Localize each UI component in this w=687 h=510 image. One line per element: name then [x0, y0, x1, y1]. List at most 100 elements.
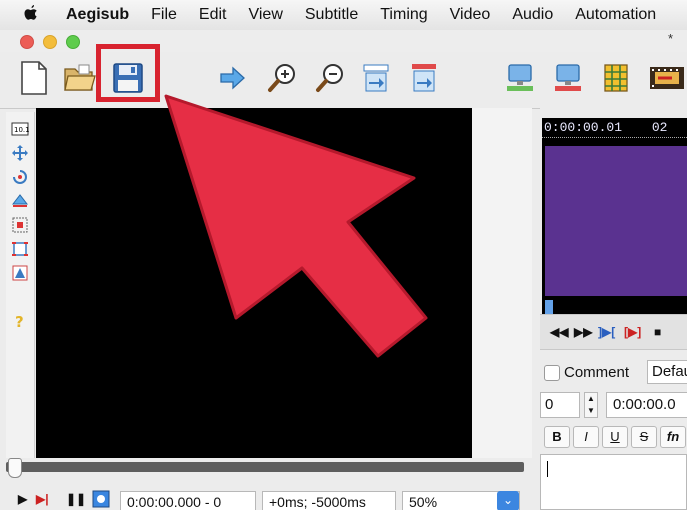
close-window-button[interactable]	[20, 35, 34, 49]
style-select[interactable]: Default	[647, 360, 687, 384]
stop-icon[interactable]: ■	[654, 325, 661, 339]
audio-panel: 0:00:00.01 02	[540, 108, 687, 314]
rotate-z-tool-button[interactable]	[11, 168, 29, 186]
minimize-window-button[interactable]	[43, 35, 57, 49]
help-icon: ?	[15, 313, 24, 330]
svg-text:10.1: 10.1	[14, 126, 29, 134]
subtitle-text-area[interactable]	[540, 454, 687, 510]
snap-start-icon	[363, 64, 389, 92]
standard-tool-icon: 10.1	[11, 122, 29, 136]
audio-controls: ◀◀ ▶▶ ]▶[ [▶] ■	[540, 314, 687, 350]
apple-icon[interactable]	[24, 4, 50, 26]
audio-time-label-2: 02	[651, 120, 668, 135]
autoscroll-icon[interactable]	[92, 490, 110, 510]
menu-file[interactable]: File	[151, 6, 177, 24]
open-folder-icon	[64, 64, 96, 91]
audio-selection-marker	[545, 300, 553, 314]
audio-spectrum[interactable]	[545, 146, 687, 296]
film-strip-button[interactable]	[646, 58, 686, 98]
zoom-window-button[interactable]	[66, 35, 80, 49]
bold-button[interactable]: B	[544, 426, 570, 448]
zoom-in-button[interactable]	[262, 58, 302, 98]
menu-view[interactable]: View	[248, 6, 282, 24]
vector-clip-icon	[12, 265, 28, 281]
menu-timing[interactable]: Timing	[380, 6, 427, 24]
audio-timeline: 0:00:00.01 02	[544, 120, 667, 135]
play-icon[interactable]: ▶	[18, 492, 27, 506]
jump-to-icon	[220, 66, 245, 90]
layer-field[interactable]: 0	[540, 392, 580, 418]
strikeout-button[interactable]: S	[631, 426, 657, 448]
menu-bar: Aegisub File Edit View Subtitle Timing V…	[0, 0, 687, 31]
italic-button[interactable]: I	[573, 426, 599, 448]
subtitle-edit-panel: Comment Default 0 ▲▼ 0:00:00.0 B I U S f…	[540, 352, 687, 510]
scale-tool-button[interactable]	[11, 216, 29, 234]
grid-button[interactable]	[596, 58, 636, 98]
video-monitor-button[interactable]	[500, 58, 540, 98]
clip-tool-button[interactable]	[11, 240, 29, 258]
vector-clip-tool-button[interactable]	[11, 264, 29, 282]
menu-edit[interactable]: Edit	[199, 6, 227, 24]
drag-tool-button[interactable]	[11, 144, 29, 162]
video-monitor-red-icon	[555, 64, 581, 91]
video-seek-bar[interactable]	[6, 458, 532, 486]
chevron-down-icon[interactable]: ⌄	[497, 491, 519, 510]
seek-track[interactable]	[6, 462, 524, 472]
clip-icon	[12, 242, 28, 256]
menu-subtitle[interactable]: Subtitle	[305, 6, 358, 24]
menu-automation[interactable]: Automation	[575, 6, 656, 24]
comment-checkbox[interactable]	[544, 365, 560, 381]
open-file-button[interactable]	[60, 58, 100, 98]
snap-start-button[interactable]	[356, 58, 396, 98]
video-display[interactable]	[36, 108, 472, 458]
grid-icon	[604, 64, 628, 92]
app-name-menu[interactable]: Aegisub	[66, 6, 129, 24]
help-button[interactable]: ?	[11, 312, 29, 330]
start-time-field[interactable]: 0:00:00.0	[606, 392, 687, 418]
film-strip-icon	[650, 67, 684, 89]
audio-time-label: 0:00:00.01	[544, 120, 623, 135]
save-highlight-box	[96, 44, 160, 102]
drag-arrows-icon	[12, 145, 28, 161]
snap-end-icon	[412, 64, 436, 92]
zoom-in-icon	[268, 64, 295, 92]
scale-icon	[12, 217, 28, 233]
main-toolbar	[0, 44, 687, 109]
video-offset-field[interactable]: +0ms; -5000ms	[262, 491, 396, 510]
font-button[interactable]: fn	[660, 426, 686, 448]
prev-line-icon[interactable]: ◀◀	[550, 325, 568, 339]
video-monitor-icon	[507, 64, 533, 91]
next-line-icon[interactable]: ▶▶	[574, 325, 592, 339]
audio-waveform-display[interactable]: 0:00:00.01 02	[542, 118, 687, 314]
text-caret	[547, 461, 548, 477]
video-side-gutter	[472, 108, 532, 458]
visual-tools-strip: 10.1 ?	[6, 112, 35, 458]
new-file-button[interactable]	[14, 58, 54, 98]
jump-to-button[interactable]	[212, 58, 252, 98]
rotate-xy-tool-button[interactable]	[11, 192, 29, 210]
video-monitor-red-button[interactable]	[548, 58, 588, 98]
audio-ruler	[542, 137, 687, 142]
standard-tool-button[interactable]: 10.1	[11, 120, 29, 138]
play-selection-icon[interactable]: [▶]	[624, 325, 641, 339]
rotate-z-icon	[13, 170, 27, 184]
zoom-out-button[interactable]	[310, 58, 350, 98]
rotate-xy-icon	[11, 194, 29, 207]
pause-icon[interactable]: ❚❚	[66, 492, 86, 506]
video-controls: ▶ ▶| ❚❚ 0:00:00.000 - 0 +0ms; -5000ms 50…	[0, 486, 540, 510]
menu-audio[interactable]: Audio	[512, 6, 553, 24]
modified-indicator: *	[667, 31, 673, 46]
snap-end-button[interactable]	[404, 58, 444, 98]
seek-slider-thumb[interactable]	[8, 458, 22, 478]
play-selection-begin-icon[interactable]: ]▶[	[598, 325, 615, 339]
comment-label: Comment	[564, 364, 630, 381]
underline-button[interactable]: U	[602, 426, 628, 448]
svg-text:?: ?	[15, 313, 24, 330]
layer-stepper[interactable]: ▲ ▼	[584, 392, 598, 418]
video-time-field[interactable]: 0:00:00.000 - 0	[120, 491, 256, 510]
zoom-out-icon	[316, 64, 343, 92]
new-file-icon	[21, 61, 47, 95]
play-line-icon[interactable]: ▶|	[36, 492, 49, 506]
aegisub-window: Aegisub File Edit View Subtitle Timing V…	[0, 0, 687, 510]
menu-video[interactable]: Video	[450, 6, 491, 24]
